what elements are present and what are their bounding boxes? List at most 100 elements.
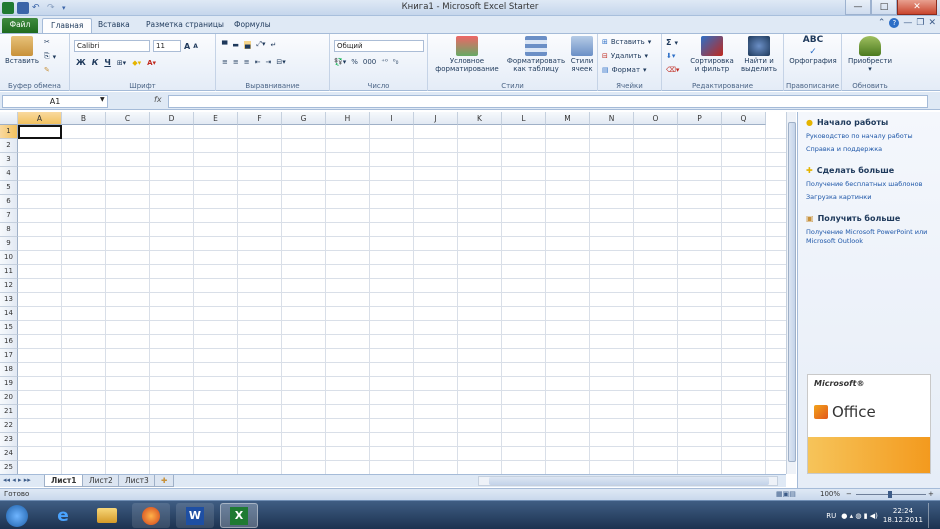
customize-qat-icon[interactable]: ▾ — [62, 2, 74, 14]
zoom-in-button[interactable]: + — [928, 489, 934, 500]
percent-button[interactable]: % — [351, 58, 358, 66]
row-header[interactable]: 16 — [0, 335, 18, 349]
row-header[interactable]: 19 — [0, 377, 18, 391]
row-header[interactable]: 22 — [0, 419, 18, 433]
font-color-icon[interactable]: A▾ — [147, 59, 156, 67]
conditional-formatting-button[interactable]: Условное форматирование — [432, 36, 502, 73]
column-header[interactable]: J — [414, 112, 458, 125]
tab-insert[interactable]: Вставка — [90, 18, 138, 33]
doc-close-icon[interactable]: ✕ — [928, 18, 936, 28]
cut-button[interactable]: ✂ — [44, 38, 50, 46]
side-link-guide[interactable]: Руководство по началу работы — [806, 132, 913, 141]
language-indicator[interactable]: RU — [826, 512, 836, 520]
zoom-slider-thumb[interactable] — [888, 491, 892, 498]
align-right-icon[interactable]: ≡ — [244, 58, 250, 66]
row-header[interactable]: 25 — [0, 461, 18, 474]
row-header[interactable]: 5 — [0, 181, 18, 195]
vertical-scrollbar[interactable] — [786, 112, 796, 474]
formula-input[interactable] — [168, 95, 928, 108]
merge-center-icon[interactable]: ⊟▾ — [276, 58, 285, 66]
clear-button[interactable]: ⌫▾ — [666, 66, 679, 74]
column-header[interactable]: A — [18, 112, 62, 125]
fill-color-icon[interactable]: ◆▾ — [132, 59, 141, 67]
column-header[interactable]: L — [502, 112, 546, 125]
thousands-button[interactable]: 000 — [363, 58, 376, 66]
align-bottom-icon[interactable]: ▄ — [244, 40, 252, 49]
firefox-icon[interactable] — [132, 503, 170, 528]
tab-formulas[interactable]: Формулы — [226, 18, 279, 33]
side-link-powerpoint[interactable]: Получение Microsoft PowerPoint или — [806, 228, 927, 237]
close-button[interactable]: ✕ — [897, 0, 937, 15]
row-header[interactable]: 4 — [0, 167, 18, 181]
redo-icon[interactable]: ↷ — [47, 2, 59, 14]
spelling-button[interactable]: ABC ✓ Орфография — [786, 36, 840, 66]
borders-icon[interactable]: ⊞▾ — [117, 59, 126, 67]
office-ad-banner[interactable]: Microsoft® Office — [807, 374, 931, 474]
excel-app-icon[interactable] — [2, 2, 14, 14]
side-link-outlook[interactable]: Microsoft Outlook — [806, 237, 863, 246]
doc-restore-icon[interactable]: ❐ — [916, 18, 924, 28]
side-link-templates[interactable]: Получение бесплатных шаблонов — [806, 180, 922, 189]
sheet-tab-2[interactable]: Лист2 — [82, 475, 120, 487]
side-link-clipart[interactable]: Загрузка картинки — [806, 193, 871, 202]
column-header[interactable]: K — [458, 112, 502, 125]
increase-decimal-icon[interactable]: ⁺⁰ — [381, 58, 388, 66]
word-icon[interactable]: W — [176, 503, 214, 528]
decrease-indent-icon[interactable]: ⇤ — [255, 58, 261, 66]
view-buttons-icon[interactable]: ▦▣▤ — [776, 489, 796, 500]
tab-home[interactable]: Главная — [42, 18, 93, 33]
column-header[interactable]: Q — [722, 112, 766, 125]
column-header[interactable]: M — [546, 112, 590, 125]
sheet-tab-1[interactable]: Лист1 — [44, 475, 84, 487]
find-select-button[interactable]: Найти и выделить — [736, 36, 782, 73]
tray-icons[interactable]: ● ▴ ◍ ▮ ◀) — [841, 512, 878, 520]
excel-icon[interactable]: X — [220, 503, 258, 528]
row-header[interactable]: 7 — [0, 209, 18, 223]
column-header[interactable]: D — [150, 112, 194, 125]
underline-button[interactable]: Ч — [104, 58, 110, 67]
show-desktop-button[interactable] — [928, 503, 936, 528]
internet-explorer-icon[interactable]: e — [44, 503, 82, 528]
column-header[interactable]: H — [326, 112, 370, 125]
row-header[interactable]: 20 — [0, 391, 18, 405]
vertical-scroll-thumb[interactable] — [788, 122, 796, 462]
align-left-icon[interactable]: ≡ — [222, 58, 228, 66]
horizontal-scrollbar[interactable] — [478, 476, 778, 486]
sheet-tab-3[interactable]: Лист3 — [118, 475, 156, 487]
row-header[interactable]: 9 — [0, 237, 18, 251]
align-top-icon[interactable]: ▀ — [222, 41, 227, 49]
row-header[interactable]: 13 — [0, 293, 18, 307]
save-icon[interactable] — [17, 2, 29, 14]
row-header[interactable]: 12 — [0, 279, 18, 293]
file-explorer-icon[interactable] — [88, 503, 126, 528]
column-header[interactable]: F — [238, 112, 282, 125]
column-header[interactable]: G — [282, 112, 326, 125]
select-all-corner[interactable] — [0, 112, 18, 125]
row-header[interactable]: 15 — [0, 321, 18, 335]
cell-styles-button[interactable]: Стили ячеек — [568, 36, 596, 73]
row-header[interactable]: 17 — [0, 349, 18, 363]
wrap-text-icon[interactable]: ↵ — [271, 41, 277, 49]
delete-cells-button[interactable]: ⊟ Удалить ▾ — [602, 52, 648, 60]
grow-font-button[interactable]: A — [184, 42, 190, 51]
side-link-help[interactable]: Справка и поддержка — [806, 145, 882, 154]
column-header[interactable]: O — [634, 112, 678, 125]
insert-function-button[interactable]: fx — [154, 95, 162, 104]
decrease-decimal-icon[interactable]: ⁰₀ — [393, 58, 399, 66]
name-box[interactable]: A1 — [2, 95, 108, 108]
column-header[interactable]: E — [194, 112, 238, 125]
column-header[interactable]: I — [370, 112, 414, 125]
row-header[interactable]: 18 — [0, 363, 18, 377]
zoom-out-button[interactable]: − — [846, 489, 852, 500]
column-header[interactable]: C — [106, 112, 150, 125]
shrink-font-button[interactable]: A — [193, 43, 198, 50]
worksheet-grid[interactable]: A B C D E F G H I J K L M N O P Q 1 2 3 4 5 6 7 8 9 10 11 12 13 14 15 16… — [0, 112, 786, 474]
font-name-select[interactable]: Calibri — [74, 40, 150, 52]
row-header[interactable]: 23 — [0, 433, 18, 447]
sort-filter-button[interactable]: Сортировка и фильтр — [688, 36, 736, 73]
collapse-ribbon-icon[interactable]: ⌃ — [878, 18, 886, 28]
active-cell[interactable] — [18, 125, 62, 139]
bold-button[interactable]: Ж — [76, 58, 86, 67]
row-header[interactable]: 24 — [0, 447, 18, 461]
font-size-select[interactable]: 11 — [153, 40, 181, 52]
